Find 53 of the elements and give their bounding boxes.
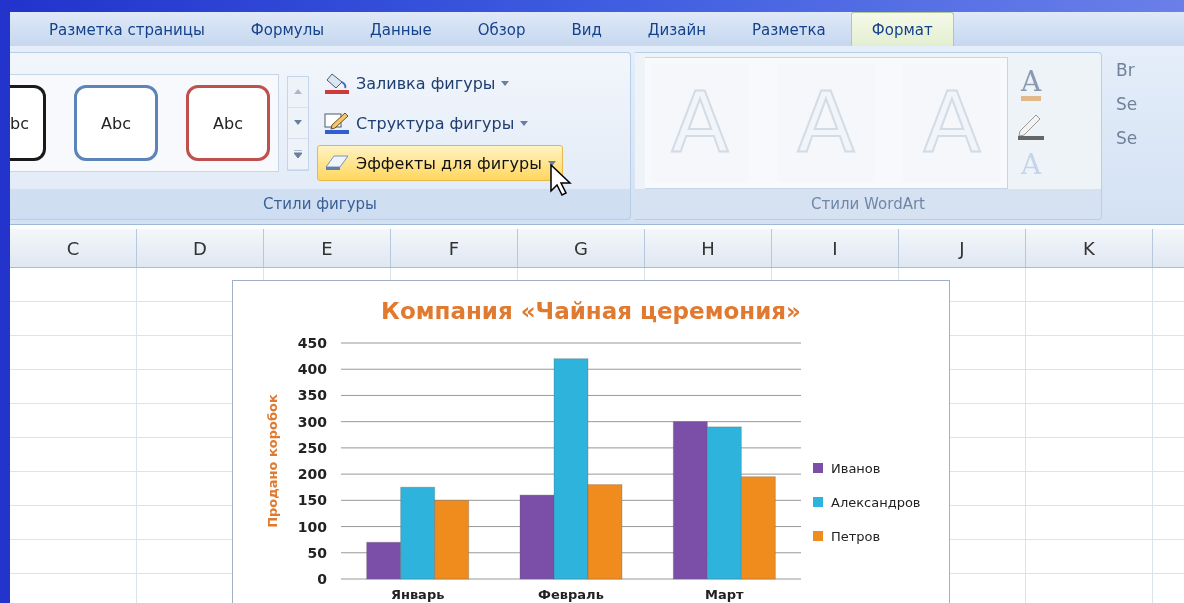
dropdown-arrow-icon (501, 80, 510, 86)
legend-label: Александров (831, 495, 921, 510)
y-tick-label: 300 (297, 413, 327, 430)
chart-title: Компания «Чайная церемония» (381, 298, 801, 324)
column-header[interactable]: G (518, 229, 645, 267)
column-header[interactable]: I (772, 229, 899, 267)
down-arrow-icon (294, 120, 302, 125)
pencil-icon (324, 111, 350, 135)
column-header[interactable]: F (391, 229, 518, 267)
legend-label: Иванов (831, 461, 881, 476)
y-tick-label: 350 (297, 387, 327, 404)
mouse-cursor-icon (550, 164, 572, 196)
shape-style-thumbnail[interactable]: bc (10, 85, 46, 161)
ribbon-command-button[interactable]: Структура фигуры (317, 105, 563, 141)
ribbon-command-button[interactable]: Эффекты для фигуры (317, 145, 563, 181)
chart-area[interactable]: Компания «Чайная церемония» Продано коробок 0 50 100 150 200 250 300 350 400 450 Январь Февраль Март Иванов Александров Петров (232, 280, 950, 603)
column-header[interactable]: D (137, 229, 264, 267)
ribbon-tab[interactable]: Обзор (456, 12, 547, 46)
ribbon-tab[interactable]: Формулы (229, 12, 346, 46)
group-label: Стили WordArt (635, 189, 1101, 219)
dropdown-arrow-icon (547, 160, 556, 166)
y-tick-label: 250 (297, 439, 327, 456)
ribbon-tab[interactable]: Формат (850, 12, 954, 46)
ribbon-tab[interactable]: Разметка страницы (28, 12, 226, 46)
column-header[interactable]: H (645, 229, 772, 267)
y-tick-label: 100 (297, 518, 327, 535)
x-category-label: Март (705, 587, 744, 602)
ribbon-command-button[interactable]: Заливка фигуры (317, 65, 563, 101)
ribbon-tab[interactable]: Вид (550, 12, 623, 46)
ribbon-tab[interactable]: Разметка (731, 12, 847, 46)
shape-effects-icon (324, 153, 350, 173)
column-header[interactable]: E (264, 229, 391, 267)
ribbon-tab[interactable]: Дизайн (626, 12, 728, 46)
x-category-label: Январь (390, 587, 445, 602)
x-category-label: Февраль (538, 587, 604, 602)
y-tick-label: 450 (297, 335, 327, 351)
y-tick-label: 0 (317, 571, 327, 587)
shape-style-thumbnail[interactable]: Abc (186, 85, 270, 161)
legend-label: Петров (831, 529, 881, 544)
y-tick-label: 400 (297, 361, 327, 378)
y-axis-title: Продано коробок (265, 394, 280, 528)
group-label: Стили фигуры (10, 189, 630, 219)
up-arrow-icon (294, 89, 302, 94)
column-header[interactable]: C (10, 229, 137, 267)
y-tick-label: 200 (297, 466, 327, 483)
y-tick-label: 150 (297, 492, 327, 509)
shape-style-thumbnail[interactable]: Abc (74, 85, 158, 161)
column-header[interactable]: J (899, 229, 1026, 267)
dropdown-arrow-icon (520, 120, 529, 126)
y-tick-label: 50 (307, 544, 327, 561)
column-header[interactable]: K (1026, 229, 1153, 267)
ribbon-tab[interactable]: Данные (349, 12, 453, 46)
expand-arrow-icon (294, 149, 302, 158)
